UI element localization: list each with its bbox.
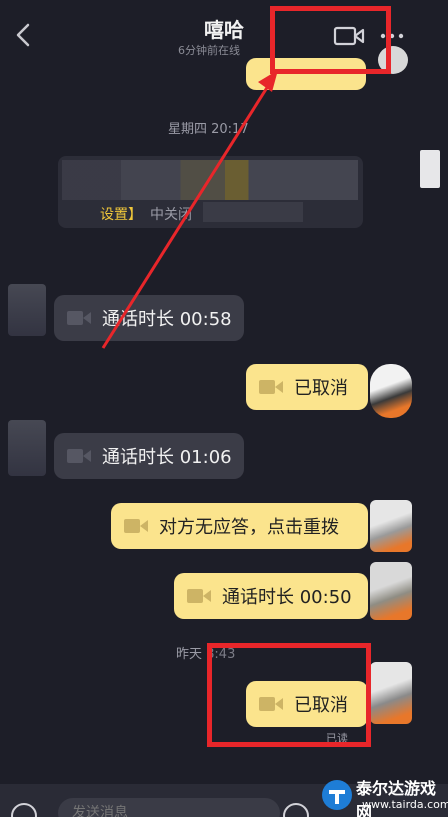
emoji-icon[interactable]: [282, 802, 310, 817]
message-input[interactable]: [58, 798, 280, 817]
avatar[interactable]: [8, 284, 46, 336]
call-record-bubble[interactable]: 通话时长 00:58: [54, 295, 244, 341]
video-camera-icon: [67, 311, 91, 325]
watermark-logo-icon: [322, 780, 352, 810]
system-card-highlight: 设置】: [100, 207, 142, 223]
pixelated-content: [203, 202, 303, 222]
video-camera-icon: [259, 380, 283, 394]
annotation-box-cancelled: [207, 643, 371, 747]
call-record-bubble[interactable]: 已取消: [246, 364, 368, 410]
message-text: 已取消: [294, 378, 348, 399]
message-text: 通话时长 00:58: [102, 309, 232, 330]
message-text: 通话时长 00:50: [222, 587, 352, 608]
call-record-bubble[interactable]: 通话时长 01:06: [54, 433, 244, 479]
call-record-bubble[interactable]: 通话时长 00:50: [174, 573, 368, 619]
avatar[interactable]: [370, 364, 412, 418]
scrollbar[interactable]: [420, 150, 440, 188]
system-card: 设置】 中关闭: [58, 156, 363, 228]
avatar[interactable]: [8, 420, 46, 476]
redial-bubble[interactable]: 对方无应答，点击重拨: [111, 503, 368, 549]
avatar[interactable]: [370, 562, 412, 620]
avatar[interactable]: [370, 662, 412, 724]
time-divider-day: 昨天: [176, 647, 207, 662]
voice-icon[interactable]: [10, 802, 38, 817]
watermark-url: www.tairda.com: [362, 798, 448, 811]
video-camera-icon: [67, 449, 91, 463]
pixelated-content: [62, 160, 358, 200]
site-watermark: 泰尔达游戏网 www.tairda.com: [318, 772, 448, 817]
system-card-text: 中关闭: [150, 207, 192, 223]
video-camera-icon: [187, 589, 211, 603]
message-text: 通话时长 01:06: [102, 447, 232, 468]
time-divider: 星期四 20:17: [168, 122, 249, 137]
annotation-box-video-call: [270, 6, 391, 74]
message-text: 对方无应答，点击重拨: [159, 517, 339, 538]
video-camera-icon: [124, 519, 148, 533]
avatar[interactable]: [370, 500, 412, 552]
